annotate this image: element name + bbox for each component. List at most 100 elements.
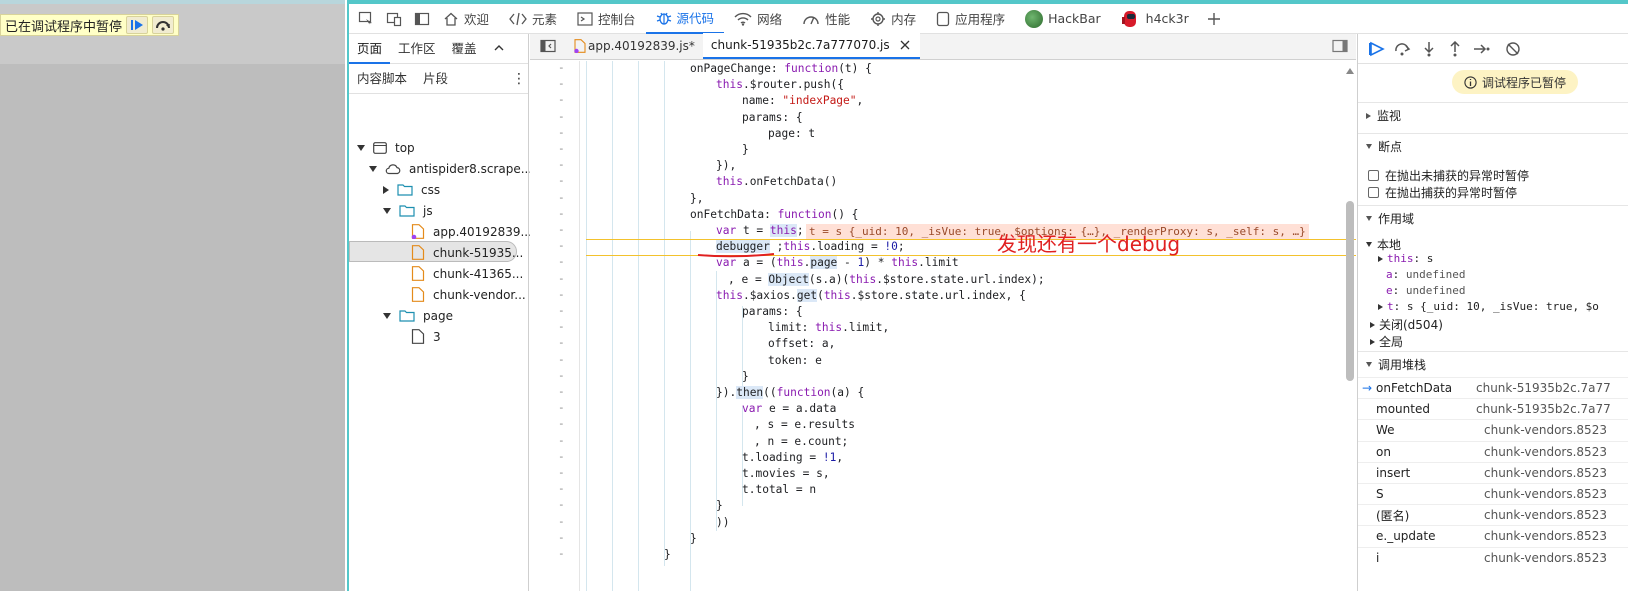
collapse-chevron-icon[interactable] [493,42,505,56]
callstack-frame[interactable]: (匿名) chunk-vendors.8523 [1358,504,1628,525]
callstack-frame[interactable]: e._update chunk-vendors.8523 [1358,525,1628,546]
tab-page[interactable]: 页面 [349,34,391,64]
tree-item-chunk-41365[interactable]: chunk-41365... [411,263,523,284]
section-watch[interactable]: 监视 [1358,102,1628,128]
line-marker[interactable]: - [558,142,565,155]
tab-workspace[interactable]: 工作区 [390,34,444,64]
line-marker[interactable]: - [558,158,565,171]
line-marker[interactable]: - [558,320,565,333]
pause-caught-checkbox[interactable]: 在抛出捕获的异常时暂停 [1368,184,1517,201]
tree-item-domain[interactable]: antispider8.scrape.... [369,158,536,179]
callstack-frame[interactable]: i chunk-vendors.8523 [1358,546,1628,568]
resume-button[interactable] [1364,36,1390,62]
tab-content-scripts[interactable]: 内容脚本 [349,64,415,94]
tab-sources[interactable]: 源代码 [645,4,725,34]
resume-button[interactable] [126,16,149,34]
line-marker[interactable]: - [558,272,565,285]
code-content[interactable]: - - - - - - - - - - - - - - - - - - - - - - - - - - - - - - - onPageCh… [530,61,1356,591]
line-marker[interactable]: - [558,61,565,74]
more-options-icon[interactable]: ⋮ [512,71,526,87]
callstack-frame[interactable]: We chunk-vendors.8523 [1358,419,1628,440]
scope-global[interactable]: 全局 [1370,333,1403,350]
line-marker[interactable]: - [558,126,565,139]
line-marker[interactable]: - [558,174,565,187]
tree-item-top[interactable]: top [357,137,415,158]
line-marker[interactable]: - [558,207,565,220]
tab-network[interactable]: 网络 [724,4,792,34]
line-marker[interactable]: - [558,417,565,430]
tab-console[interactable]: 控制台 [567,4,646,34]
line-marker[interactable]: - [558,223,565,236]
dock-side-icon[interactable] [411,8,433,30]
scope-var-a[interactable]: a: undefined [1386,268,1465,281]
line-marker[interactable]: - [558,482,565,495]
line-marker[interactable]: - [558,531,565,544]
tree-item-js[interactable]: js [383,200,433,221]
scope-var-t[interactable]: t: s {_uid: 10, _isVue: true, $o [1378,300,1599,313]
line-marker[interactable]: - [558,336,565,349]
tab-hackbar[interactable]: HackBar [1015,4,1111,34]
line-marker[interactable]: - [558,255,565,268]
step-over-button[interactable] [152,16,175,34]
tab-snippets[interactable]: 片段 [415,64,456,94]
tab-h4ck3r[interactable]: h4ck3r [1111,4,1199,34]
line-marker[interactable]: - [558,434,565,447]
callstack-frame[interactable]: → onFetchData chunk-51935b2c.7a77 [1358,377,1628,398]
line-marker[interactable]: - [558,466,565,479]
scope-var-this[interactable]: this: s [1378,252,1433,265]
pause-uncaught-checkbox[interactable]: 在抛出未捕获的异常时暂停 [1368,167,1529,184]
tree-item-3[interactable]: 3 [411,326,441,347]
scrollbar-thumb[interactable] [1346,201,1354,381]
callstack-frame[interactable]: mounted chunk-51935b2c.7a77 [1358,398,1628,419]
scope-local[interactable]: 本地 [1366,236,1401,253]
line-marker[interactable]: - [558,498,565,511]
scope-closure[interactable]: 关闭(d504) [1370,316,1443,333]
step-over-button[interactable] [1390,36,1416,62]
line-marker[interactable]: - [558,369,565,382]
callstack-frame[interactable]: insert chunk-vendors.8523 [1358,461,1628,483]
toggle-navigator-icon[interactable] [530,33,566,59]
line-marker[interactable]: - [558,239,565,252]
line-marker[interactable]: - [558,93,565,106]
checkbox[interactable] [1368,187,1379,198]
checkbox[interactable] [1368,170,1379,181]
section-breakpoints[interactable]: 断点 [1358,133,1628,159]
section-scope[interactable]: 作用域 [1358,205,1628,231]
tab-application[interactable]: 应用程序 [926,4,1015,34]
line-marker[interactable]: - [558,110,565,123]
line-marker[interactable]: - [558,353,565,366]
line-marker[interactable]: - [558,450,565,463]
tab-elements[interactable]: 元素 [499,4,567,34]
line-marker[interactable]: - [558,401,565,414]
step-out-button[interactable] [1442,36,1468,62]
line-marker[interactable]: - [558,515,565,528]
line-marker[interactable]: - [558,304,565,317]
editor-tab-chunk[interactable]: chunk-51935b2c.7a777070.js [702,33,920,59]
step-button[interactable] [1468,36,1494,62]
tree-item-page-folder[interactable]: page [383,305,453,326]
more-tabs-plus-icon[interactable] [1203,8,1225,30]
device-toolbar-icon[interactable] [383,8,405,30]
editor-scrollbar[interactable] [1346,68,1354,581]
step-into-button[interactable] [1416,36,1442,62]
tab-performance[interactable]: 性能 [792,4,860,34]
line-marker[interactable]: - [558,77,565,90]
tree-item-app-file[interactable]: app.40192839.... [411,221,536,242]
tab-memory[interactable]: 内存 [860,4,926,34]
callstack-frame[interactable]: on chunk-vendors.8523 [1358,440,1628,462]
inspect-element-icon[interactable] [355,8,377,30]
tab-overrides[interactable]: 覆盖 [444,34,485,64]
callstack-frame[interactable]: Schunk-vendors.8523 [1358,483,1628,504]
scope-var-e[interactable]: e: undefined [1386,284,1465,297]
deactivate-breakpoints-button[interactable] [1500,36,1526,62]
tree-item-chunk-51935[interactable]: chunk-51935... [411,242,523,263]
scroll-up-arrow-icon[interactable] [1346,67,1354,75]
line-marker[interactable]: - [558,385,565,398]
tree-item-css[interactable]: css [383,179,440,200]
tree-item-chunk-vendors[interactable]: chunk-vendor... [411,284,526,305]
section-callstack[interactable]: 调用堆栈 [1358,351,1628,377]
editor-tab-app[interactable]: app.40192839.js* [566,33,703,59]
toggle-debugger-icon[interactable] [1332,39,1348,56]
line-marker[interactable]: - [558,191,565,204]
line-marker[interactable]: - [558,288,565,301]
